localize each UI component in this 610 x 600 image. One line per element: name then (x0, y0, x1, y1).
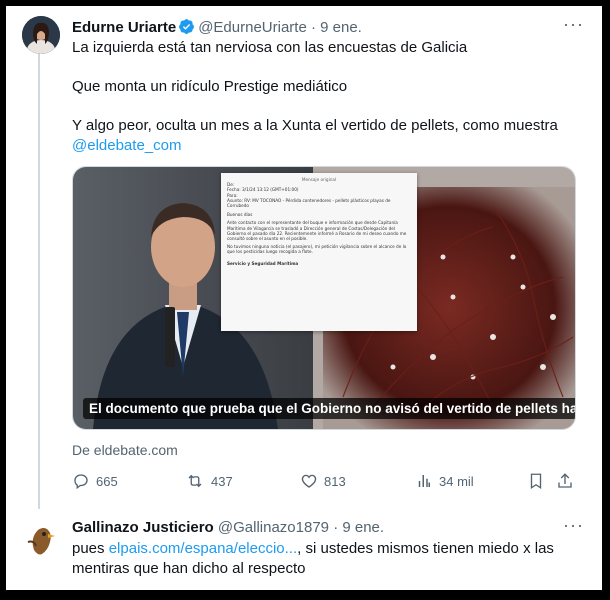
author-handle[interactable]: @EdurneUriarte (198, 19, 307, 36)
share-button[interactable] (556, 472, 580, 490)
more-icon[interactable]: ··· (563, 515, 584, 536)
doc-paragraph: Ante contacto con el representante del b… (227, 220, 407, 242)
like-button[interactable]: 813 (300, 472, 346, 490)
retweet-button[interactable]: 437 (185, 472, 233, 490)
views-count: 34 mil (439, 473, 474, 489)
like-icon (301, 474, 317, 488)
tweet-date[interactable]: · 9 ene. (311, 19, 362, 36)
avatar[interactable] (22, 520, 60, 558)
bookmark-button[interactable] (527, 472, 551, 490)
doc-greeting: Buenos días (227, 212, 253, 218)
retweet-icon (188, 474, 202, 488)
views-icon (418, 475, 430, 487)
author-name[interactable]: Gallinazo Justiciero (72, 519, 214, 536)
reply-text: , si ustedes mismos tienen miedo x las (297, 540, 554, 557)
share-icon (558, 473, 572, 488)
author-name[interactable]: Edurne Uriarte (72, 19, 176, 36)
reply-button[interactable]: 665 (72, 472, 118, 490)
mention-link[interactable]: @eldebate_com (72, 136, 181, 156)
avatar[interactable] (22, 16, 60, 54)
tweet-date[interactable]: · 9 ene. (333, 519, 384, 536)
tweet-header: Gallinazo Justiciero @Gallinazo1879 · 9 … (72, 519, 384, 536)
link-card-image[interactable]: Mensaje original De: Fecha: 3/1/24 13:12… (72, 166, 576, 430)
reply-icon (74, 474, 88, 490)
views-button[interactable]: 34 mil (415, 472, 474, 490)
tweet-text-line: Que monta un ridículo Prestige mediático (72, 78, 348, 95)
reply-count: 665 (96, 473, 118, 489)
tweet-actions: 665 437 813 34 mil (72, 472, 574, 496)
doc-signature: Servicio y Seguridad Marítima (227, 260, 299, 266)
media-caption: El documento que prueba que el Gobierno … (83, 398, 575, 419)
doc-paragraph: No tuvimos ninguna noticia (el pasajero)… (227, 244, 407, 255)
reply-text: pues (72, 540, 109, 557)
author-handle[interactable]: @Gallinazo1879 (218, 519, 329, 536)
tweet-text-line: pues elpais.com/espana/eleccio..., si us… (72, 539, 554, 559)
tweet-text-line: La izquierda está tan nerviosa con las e… (72, 39, 468, 56)
doc-subject: Asunto: RV: MV TOCONAO - Pérdida contene… (227, 197, 391, 209)
more-icon[interactable]: ··· (563, 14, 584, 35)
tweet-text-line: Y algo peor, oculta un mes a la Xunta el… (72, 117, 558, 134)
tweet-text-line: mentiras que han dicho al respecto (72, 560, 306, 577)
like-count: 813 (324, 473, 346, 489)
retweet-count: 437 (211, 473, 233, 489)
document-image: Mensaje original De: Fecha: 3/1/24 13:12… (221, 173, 417, 331)
reply-link[interactable]: elpais.com/espana/eleccio... (109, 540, 297, 557)
verified-icon (178, 18, 195, 39)
tweet-thread: Edurne Uriarte @EdurneUriarte · 9 ene. ··… (6, 6, 602, 590)
link-source[interactable]: De eldebate.com (72, 442, 178, 458)
bookmark-icon (530, 473, 542, 490)
thread-line (38, 54, 40, 509)
tweet-header: Edurne Uriarte @EdurneUriarte · 9 ene. (72, 18, 362, 39)
